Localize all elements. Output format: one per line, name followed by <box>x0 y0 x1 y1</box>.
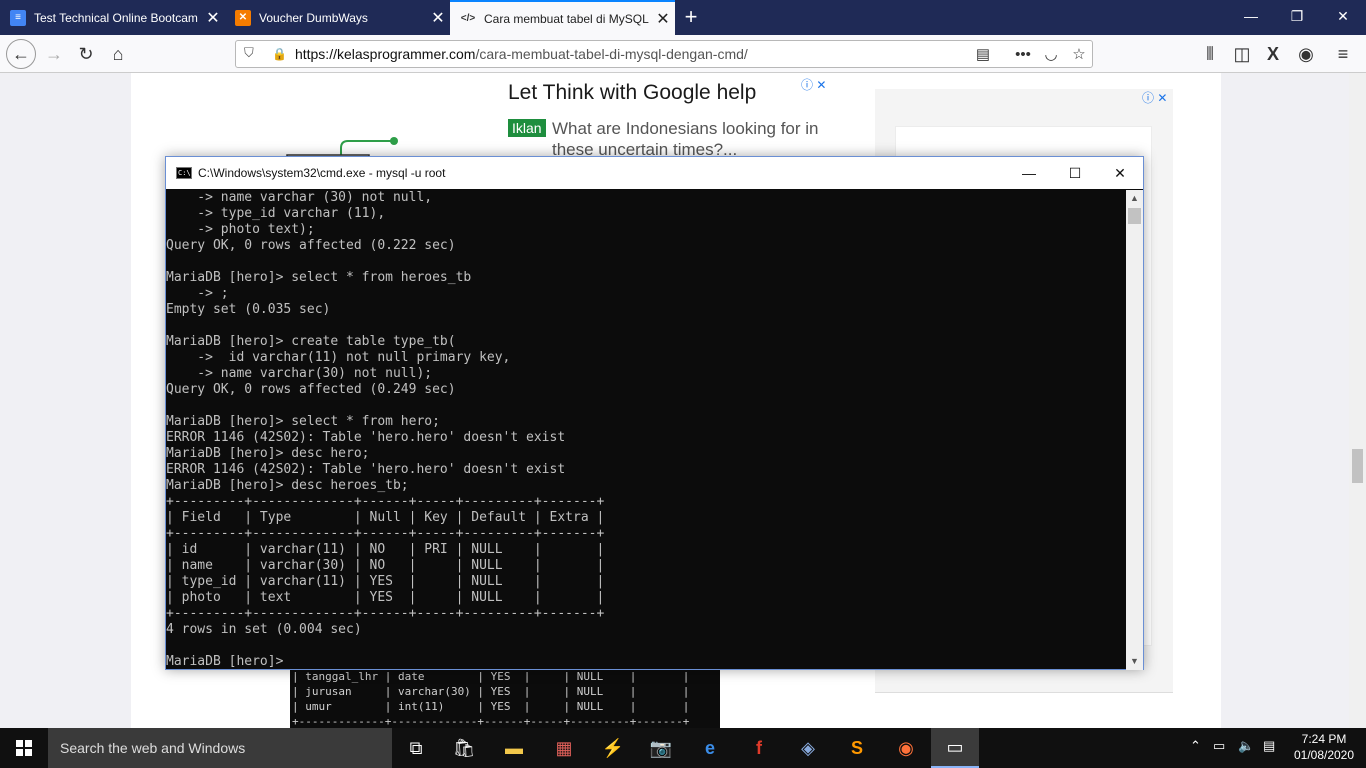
tab-voucher-dumbways[interactable]: ✕ Voucher DumbWays ✕ <box>225 0 450 35</box>
cmd-taskbar-icon[interactable]: ▭ <box>931 728 979 768</box>
new-tab-button[interactable]: + <box>680 4 702 30</box>
file-explorer-icon[interactable]: ▬ <box>490 728 538 768</box>
firefox-icon[interactable]: ◉ <box>882 728 930 768</box>
cmd-window[interactable]: C:\ C:\Windows\system32\cmd.exe - mysql … <box>165 156 1144 670</box>
network-icon[interactable]: ▭ <box>1213 738 1225 754</box>
sidebar-icon[interactable]: ◫ <box>1228 40 1256 68</box>
docs-icon: ≡ <box>10 9 26 26</box>
windows-logo-icon <box>16 740 32 756</box>
edge-icon[interactable]: e <box>686 728 734 768</box>
start-button[interactable] <box>0 728 48 768</box>
cmd-close-icon[interactable]: ✕ <box>1097 157 1143 189</box>
cmd-scrollbar-thumb[interactable] <box>1128 208 1141 224</box>
tab-label: Cara membuat tabel di MySQL <box>484 11 649 26</box>
forward-button[interactable]: → <box>40 40 68 68</box>
restore-icon[interactable]: ❐ <box>1274 0 1320 32</box>
code-icon: </> <box>460 13 476 24</box>
clock-time: 7:24 PM <box>1301 732 1347 746</box>
tab-label: Test Technical Online Bootcam <box>34 10 198 25</box>
action-center-icon[interactable]: ▤ <box>1263 738 1275 754</box>
cmd-icon: C:\ <box>176 167 192 179</box>
cmd-scrollbar[interactable]: ▲ ▼ <box>1126 190 1143 670</box>
account-icon[interactable]: ◉ <box>1292 40 1320 68</box>
tray-expand-icon[interactable]: ⌃ <box>1190 738 1201 754</box>
cmd-console-output[interactable]: -> name varchar (30) not null, -> type_i… <box>166 190 1126 670</box>
menu-icon[interactable]: ≡ <box>1329 40 1357 68</box>
camera-icon[interactable]: 📷 <box>637 728 685 768</box>
article-terminal-screenshot: | tanggal_lhr | date | YES | | NULL | | … <box>290 669 720 728</box>
sublime-text-icon[interactable]: S <box>833 728 881 768</box>
tab-cara-membuat-tabel[interactable]: </> Cara membuat tabel di MySQL ✕ <box>450 0 675 35</box>
lock-icon[interactable]: 🔒 <box>272 47 287 61</box>
taskbar-search-box[interactable]: Search the web and Windows <box>48 728 392 768</box>
volume-icon[interactable]: 🔈 <box>1238 738 1254 754</box>
tab-test-technical[interactable]: ≡ Test Technical Online Bootcam ✕ <box>0 0 225 35</box>
clock-date: 01/08/2020 <box>1293 748 1355 762</box>
reload-button[interactable]: ↻ <box>72 40 100 68</box>
pocket-icon[interactable]: ◡ <box>1038 41 1064 67</box>
close-window-icon[interactable]: ✕ <box>1320 0 1366 32</box>
scroll-up-icon[interactable]: ▲ <box>1126 190 1143 207</box>
ad-title[interactable]: Let Think with Google help <box>508 81 756 105</box>
task-view-icon[interactable]: ⧉ <box>392 728 440 768</box>
cmd-maximize-icon[interactable]: ☐ <box>1052 157 1098 189</box>
store-icon[interactable]: 🛍 <box>440 728 488 768</box>
cmd-titlebar[interactable]: C:\ C:\Windows\system32\cmd.exe - mysql … <box>166 157 1143 189</box>
page-scrollbar[interactable] <box>1349 73 1366 728</box>
url-bar[interactable]: ⛉ 🔒 https://kelasprogrammer.com/cara-mem… <box>235 40 1093 68</box>
navigation-toolbar: ← → ↻ ⌂ ⛉ 🔒 https://kelasprogrammer.com /… <box>0 35 1366 73</box>
xampp-icon: ✕ <box>235 9 251 26</box>
ad-badge: Iklan <box>508 119 546 137</box>
close-icon[interactable]: ✕ <box>426 8 450 28</box>
windows-taskbar: Search the web and Windows ⧉ 🛍 ▬ ▦ ⚡ 📷 e… <box>0 728 1366 768</box>
minimize-icon[interactable]: — <box>1228 0 1274 32</box>
bookmark-star-icon[interactable]: ☆ <box>1066 41 1092 67</box>
close-icon[interactable]: ✕ <box>651 9 675 29</box>
home-button[interactable]: ⌂ <box>104 40 132 68</box>
cmd-title: C:\Windows\system32\cmd.exe - mysql -u r… <box>198 166 446 180</box>
x-extension-icon[interactable]: X <box>1259 40 1287 68</box>
ad-text[interactable]: What are Indonesians looking for in thes… <box>552 118 842 160</box>
url-path: /cara-membuat-tabel-di-mysql-dengan-cmd/ <box>475 46 748 62</box>
system-clock[interactable]: 7:24 PM 01/08/2020 <box>1284 731 1364 763</box>
virtualbox-icon[interactable]: ◈ <box>784 728 832 768</box>
url-domain: https://kelasprogrammer.com <box>294 46 476 62</box>
scroll-down-icon[interactable]: ▼ <box>1126 653 1143 670</box>
reader-view-icon[interactable]: ▤ <box>970 41 996 67</box>
back-button[interactable]: ← <box>6 39 36 69</box>
tab-label: Voucher DumbWays <box>259 10 368 25</box>
side-ad-info-close-icon[interactable]: ⓘ ✕ <box>1142 89 1167 106</box>
close-icon[interactable]: ✕ <box>201 8 225 28</box>
library-icon[interactable]: ⫴ <box>1196 40 1224 68</box>
filezilla-icon[interactable]: f <box>735 728 783 768</box>
tools-icon[interactable]: ⚡ <box>589 728 637 768</box>
page-actions-icon[interactable]: ••• <box>1010 41 1036 67</box>
winrar-icon[interactable]: ▦ <box>540 728 588 768</box>
cmd-minimize-icon[interactable]: — <box>1006 157 1052 189</box>
ad-info-close-icon[interactable]: ⓘ ✕ <box>801 76 826 93</box>
shield-icon[interactable]: ⛉ <box>244 45 254 61</box>
browser-tab-strip: ≡ Test Technical Online Bootcam ✕ ✕ Vouc… <box>0 0 1366 35</box>
search-placeholder: Search the web and Windows <box>60 740 246 756</box>
page-scrollbar-thumb[interactable] <box>1352 449 1363 483</box>
